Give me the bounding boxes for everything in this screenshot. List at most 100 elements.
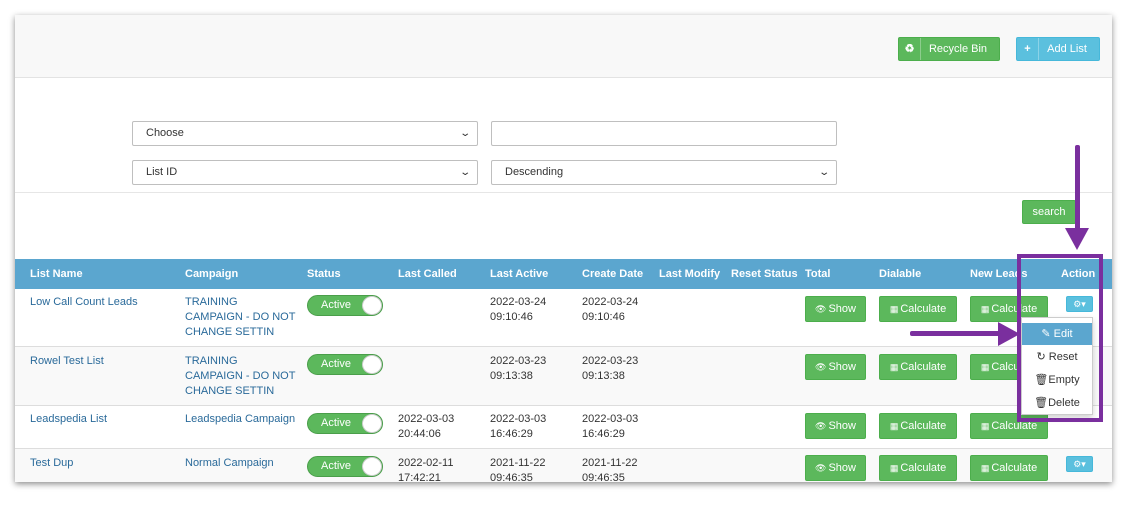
status-toggle[interactable]: Active <box>307 354 383 375</box>
search-field-select[interactable]: Choose ⌄ <box>132 121 478 146</box>
column-header-reset-status[interactable]: Reset Status <box>731 259 798 289</box>
create-date-value: 2022-03-03 16:46:29 <box>582 413 639 440</box>
status-toggle-label: Active <box>321 299 351 311</box>
show-label: Show <box>828 462 856 474</box>
calculator-icon: ▦ <box>980 463 990 473</box>
list-name-link[interactable]: Leadspedia List <box>30 412 107 427</box>
toggle-knob <box>362 355 382 374</box>
list-name-link[interactable]: Test Dup <box>30 456 73 471</box>
column-header-status[interactable]: Status <box>307 259 341 289</box>
chevron-down-icon: ⌄ <box>458 167 471 178</box>
status-toggle-label: Active <box>321 460 351 472</box>
calculator-icon: ▦ <box>980 421 990 431</box>
sort-by-value: List ID <box>146 166 178 178</box>
toolbar: ♻ Recycle Bin + Add List <box>15 15 1112 78</box>
arrow-down-annotation <box>1075 145 1080 235</box>
toggle-knob <box>362 414 382 433</box>
arrow-right-annotation <box>910 331 1005 336</box>
column-header-total[interactable]: Total <box>805 259 830 289</box>
arrow-right-head <box>998 322 1020 346</box>
calculator-icon: ▦ <box>889 362 899 372</box>
show-label: Show <box>828 420 856 432</box>
chevron-down-icon: ⌄ <box>458 128 471 139</box>
calculator-icon: ▦ <box>980 304 990 314</box>
sort-order-select[interactable]: Descending ⌄ <box>491 160 837 185</box>
show-total-button[interactable]: 👁 Show <box>805 455 866 481</box>
campaign-link[interactable]: Leadspedia Campaign <box>185 412 305 427</box>
campaign-link[interactable]: Normal Campaign <box>185 456 305 471</box>
list-name-link[interactable]: Low Call Count Leads <box>30 295 138 310</box>
recycle-bin-button[interactable]: ♻ Recycle Bin <box>898 37 1000 61</box>
search-input[interactable] <box>491 121 837 146</box>
calculate-dialable-button[interactable]: ▦ Calculate <box>879 296 957 322</box>
plus-icon: + <box>1017 38 1039 60</box>
last-active-value: 2021-11-22 09:46:35 <box>490 457 546 482</box>
highlight-box <box>1017 254 1103 422</box>
create-date-value: 2021-11-22 09:46:35 <box>582 457 638 482</box>
eye-icon: 👁 <box>815 463 827 473</box>
last-active-value: 2022-03-24 09:10:46 <box>490 296 547 323</box>
calculate-label: Calculate <box>900 462 947 474</box>
campaign-link[interactable]: TRAINING CAMPAIGN - DO NOT CHANGE SETTIN <box>185 295 297 340</box>
create-date-value: 2022-03-23 09:13:38 <box>582 355 639 382</box>
eye-icon: 👁 <box>815 421 827 431</box>
calculate-new-leads-button[interactable]: ▦ Calculate <box>970 455 1048 481</box>
show-total-button[interactable]: 👁 Show <box>805 413 866 439</box>
campaign-link[interactable]: TRAINING CAMPAIGN - DO NOT CHANGE SETTIN <box>185 354 297 399</box>
divider <box>15 192 1112 193</box>
eye-icon: 👁 <box>815 362 827 372</box>
add-list-label: Add List <box>1047 43 1087 55</box>
last-called-value: 2022-02-11 17:42:21 <box>398 457 454 482</box>
last-called-value: 2022-03-03 20:44:06 <box>398 413 455 440</box>
column-header-dialable[interactable]: Dialable <box>879 259 921 289</box>
arrow-down-head <box>1065 228 1089 250</box>
column-header-list-name[interactable]: List Name <box>30 259 83 289</box>
status-toggle[interactable]: Active <box>307 456 383 477</box>
status-toggle[interactable]: Active <box>307 413 383 434</box>
action-menu-toggle[interactable]: ⚙▾ <box>1066 456 1093 472</box>
last-active-value: 2022-03-23 09:13:38 <box>490 355 547 382</box>
search-button[interactable]: search <box>1022 200 1076 224</box>
show-label: Show <box>828 361 856 373</box>
calculator-icon: ▦ <box>889 421 899 431</box>
table-row: Leadspedia List Leadspedia Campaign Acti… <box>15 406 1112 449</box>
table-header: List Name Campaign Status Last Called La… <box>15 259 1112 289</box>
chevron-down-icon: ⌄ <box>817 167 830 178</box>
calculator-icon: ▦ <box>889 304 899 314</box>
calculator-icon: ▦ <box>980 362 990 372</box>
status-toggle-label: Active <box>321 417 351 429</box>
column-header-last-active[interactable]: Last Active <box>490 259 548 289</box>
show-total-button[interactable]: 👁 Show <box>805 296 866 322</box>
calculate-dialable-button[interactable]: ▦ Calculate <box>879 413 957 439</box>
table-row: Test Dup Normal Campaign Active 2022-02-… <box>15 449 1112 482</box>
calculator-icon: ▦ <box>889 463 899 473</box>
toggle-knob <box>362 457 382 476</box>
create-date-value: 2022-03-24 09:10:46 <box>582 296 639 323</box>
app-window: ♻ Recycle Bin + Add List Choose ⌄ List I… <box>15 15 1112 482</box>
sort-by-select[interactable]: List ID ⌄ <box>132 160 478 185</box>
calculate-label: Calculate <box>900 361 947 373</box>
calculate-label: Calculate <box>900 303 947 315</box>
calculate-dialable-button[interactable]: ▦ Calculate <box>879 354 957 380</box>
calculate-label: Calculate <box>900 420 947 432</box>
column-header-create-date[interactable]: Create Date <box>582 259 643 289</box>
status-toggle[interactable]: Active <box>307 295 383 316</box>
column-header-campaign[interactable]: Campaign <box>185 259 238 289</box>
list-name-link[interactable]: Rowel Test List <box>30 354 104 369</box>
gear-icon: ⚙▾ <box>1073 459 1086 469</box>
status-toggle-label: Active <box>321 358 351 370</box>
table-row: Low Call Count Leads TRAINING CAMPAIGN -… <box>15 289 1112 347</box>
search-field-value: Choose <box>146 127 184 139</box>
eye-icon: 👁 <box>815 304 827 314</box>
column-header-last-modify[interactable]: Last Modify <box>659 259 720 289</box>
recycle-icon: ♻ <box>899 38 921 60</box>
recycle-bin-label: Recycle Bin <box>928 43 988 55</box>
calculate-label: Calculate <box>991 462 1038 474</box>
last-active-value: 2022-03-03 16:46:29 <box>490 413 547 440</box>
column-header-last-called[interactable]: Last Called <box>398 259 457 289</box>
calculate-dialable-button[interactable]: ▦ Calculate <box>879 455 957 481</box>
add-list-button[interactable]: + Add List <box>1016 37 1100 61</box>
show-total-button[interactable]: 👁 Show <box>805 354 866 380</box>
sort-order-value: Descending <box>505 166 564 178</box>
table-row: Rowel Test List TRAINING CAMPAIGN - DO N… <box>15 347 1112 406</box>
